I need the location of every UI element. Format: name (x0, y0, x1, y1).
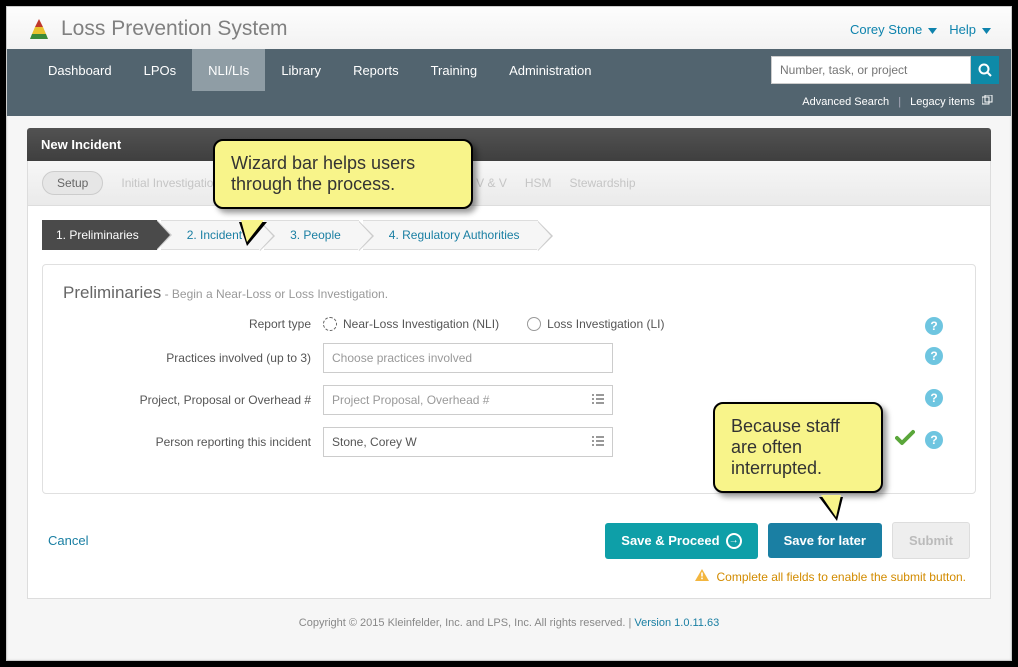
project-label: Project, Proposal or Overhead # (63, 393, 323, 407)
radio-nli[interactable]: Near-Loss Investigation (NLI) (323, 317, 499, 331)
header-bar: Loss Prevention System Corey Stone Help (7, 7, 1011, 49)
panel-title: New Incident (27, 128, 991, 161)
save-later-button[interactable]: Save for later (768, 523, 882, 558)
substep-preliminaries[interactable]: 1. Preliminaries (42, 220, 157, 250)
nav-nli-lis[interactable]: NLI/LIs (192, 49, 265, 91)
caret-down-icon (928, 22, 937, 37)
advanced-search-link[interactable]: Advanced Search (802, 96, 889, 108)
nav-administration[interactable]: Administration (493, 49, 607, 91)
app-frame: Loss Prevention System Corey Stone Help … (6, 6, 1012, 661)
radio-icon (323, 317, 337, 331)
callout-wizard: Wizard bar helps users through the proce… (213, 139, 473, 209)
incident-panel: Setup Initial Investigation Implementati… (27, 161, 991, 599)
search-button[interactable] (971, 56, 999, 84)
project-input[interactable]: Project Proposal, Overhead # (323, 385, 613, 415)
substep-regulatory[interactable]: 4. Regulatory Authorities (363, 220, 538, 250)
radio-icon (527, 317, 541, 331)
help-menu[interactable]: Help (949, 22, 991, 37)
list-picker-icon (592, 435, 604, 450)
wizard-phase-bar: Setup Initial Investigation Implementati… (28, 161, 990, 206)
check-icon (895, 429, 915, 453)
submit-warning: Complete all fields to enable the submit… (28, 565, 990, 598)
cancel-button[interactable]: Cancel (48, 533, 88, 548)
phase-setup[interactable]: Setup (42, 171, 103, 195)
substep-people[interactable]: 3. People (264, 220, 359, 250)
warning-icon (695, 569, 709, 584)
person-input[interactable]: Stone, Corey W (323, 427, 613, 457)
action-row: Cancel Save & Proceed → Save for later S… (28, 508, 990, 565)
help-icon[interactable]: ? (925, 347, 943, 365)
version-link[interactable]: Version 1.0.11.63 (634, 617, 719, 629)
practices-input[interactable]: Choose practices involved (323, 343, 613, 373)
submit-button: Submit (892, 522, 970, 559)
callout-save-later: Because staff are often interrupted. (713, 402, 883, 493)
person-label: Person reporting this incident (63, 435, 323, 449)
search-input[interactable] (771, 56, 971, 84)
user-menu[interactable]: Corey Stone (850, 22, 937, 37)
radio-li[interactable]: Loss Investigation (LI) (527, 317, 664, 331)
help-icon[interactable]: ? (925, 431, 943, 449)
nav-lpos[interactable]: LPOs (128, 49, 193, 91)
report-type-label: Report type (63, 317, 323, 331)
nav-sublinks: Advanced Search | Legacy items (7, 91, 1011, 116)
footer: Copyright © 2015 Kleinfelder, Inc. and L… (7, 607, 1011, 639)
list-picker-icon (592, 393, 604, 408)
page-body: New Incident Setup Initial Investigation… (7, 116, 1011, 607)
nav-training[interactable]: Training (415, 49, 493, 91)
main-nav: Dashboard LPOs NLI/LIs Library Reports T… (7, 49, 1011, 91)
external-link-icon (982, 95, 993, 108)
phase-initial-investigation: Initial Investigation (121, 176, 220, 190)
nav-dashboard[interactable]: Dashboard (32, 49, 128, 91)
substep-bar: 1. Preliminaries 2. Incident 3. People 4… (28, 206, 990, 250)
caret-down-icon (982, 22, 991, 37)
practices-label: Practices involved (up to 3) (63, 351, 323, 365)
phase-stewardship: Stewardship (570, 176, 636, 190)
app-title: Loss Prevention System (61, 17, 287, 41)
nav-library[interactable]: Library (265, 49, 337, 91)
phase-vv: V & V (476, 176, 507, 190)
app-logo-icon (27, 17, 51, 41)
search-icon (978, 63, 992, 77)
arrow-right-circle-icon: → (726, 533, 742, 549)
nav-reports[interactable]: Reports (337, 49, 415, 91)
phase-hsm: HSM (525, 176, 552, 190)
help-icon[interactable]: ? (925, 317, 943, 335)
section-heading: Preliminaries - Begin a Near-Loss or Los… (63, 283, 955, 303)
save-proceed-button[interactable]: Save & Proceed → (605, 523, 757, 559)
legacy-items-link[interactable]: Legacy items (910, 96, 975, 108)
help-icon[interactable]: ? (925, 389, 943, 407)
